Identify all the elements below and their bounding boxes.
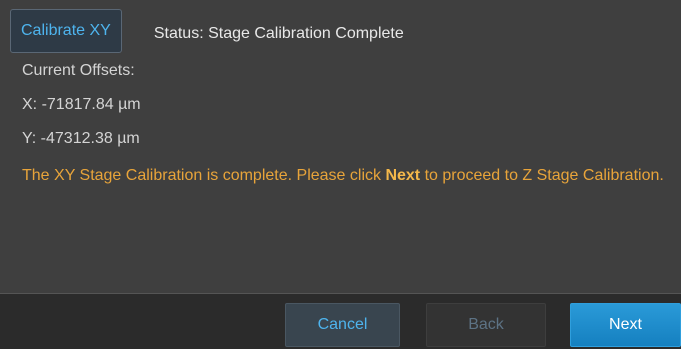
offsets-heading: Current Offsets:: [22, 62, 135, 79]
header-row: Calibrate XY Status: Stage Calibration C…: [10, 8, 404, 54]
calibrate-xy-button[interactable]: Calibrate XY: [10, 9, 122, 53]
footer-bar: Cancel Back Next: [0, 293, 681, 349]
message-text-after: to proceed to Z Stage Calibration.: [420, 167, 664, 184]
calibration-panel: Calibrate XY Status: Stage Calibration C…: [0, 0, 681, 349]
message-text-before: The XY Stage Calibration is complete. Pl…: [22, 167, 386, 184]
x-offset-value: X: -71817.84 µm: [22, 96, 141, 113]
back-button[interactable]: Back: [426, 303, 546, 347]
cancel-button[interactable]: Cancel: [285, 303, 400, 347]
y-offset-value: Y: -47312.38 µm: [22, 130, 140, 147]
completion-message: The XY Stage Calibration is complete. Pl…: [22, 164, 672, 187]
next-button[interactable]: Next: [570, 303, 681, 347]
message-next-emphasis: Next: [385, 167, 421, 184]
status-text: Status: Stage Calibration Complete: [153, 25, 404, 42]
